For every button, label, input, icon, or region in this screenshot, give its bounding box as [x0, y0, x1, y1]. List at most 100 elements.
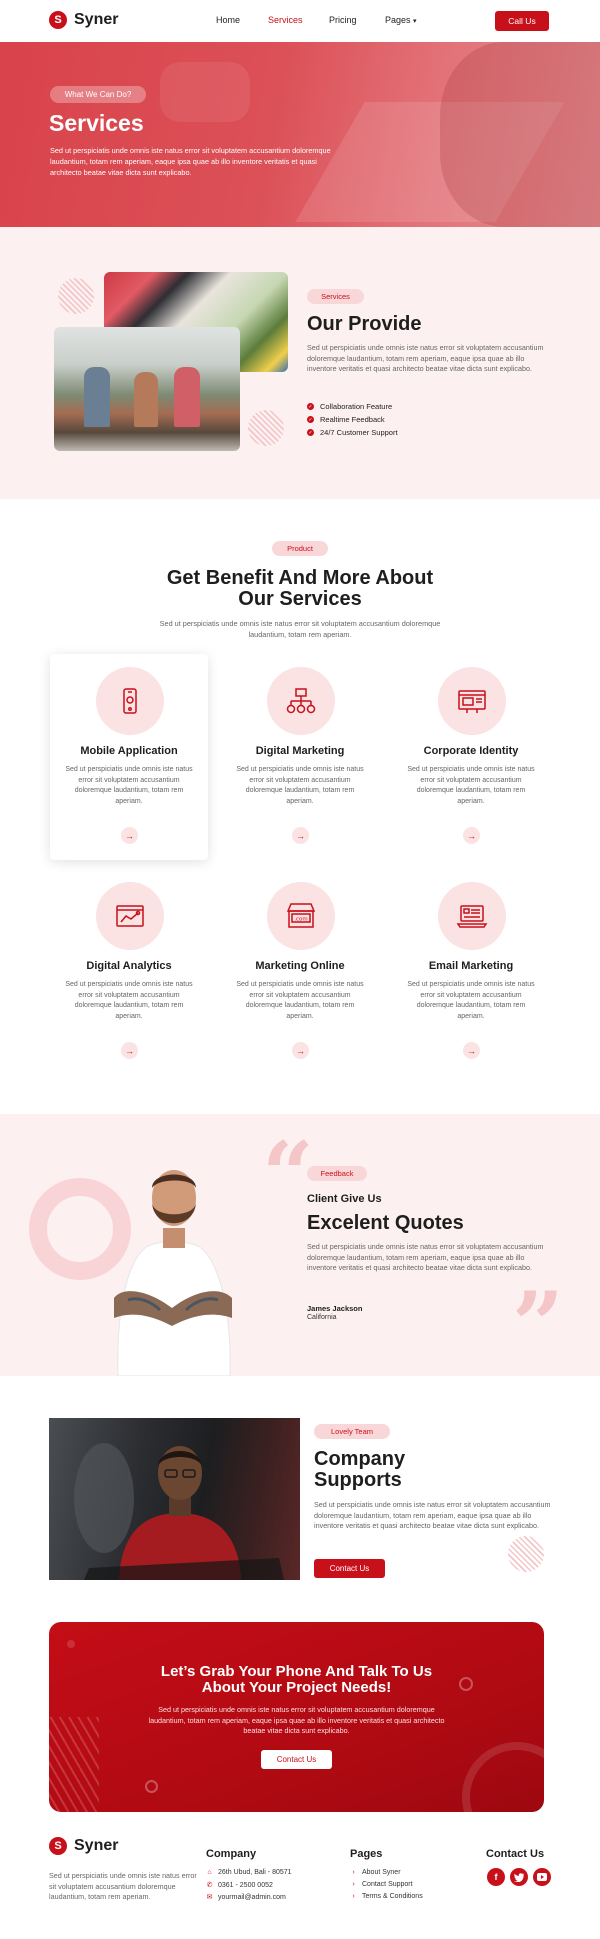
feature-item: ✓ 24/7 Customer Support [307, 428, 398, 437]
footer-email-text: yourmail@admin.com [218, 1893, 286, 1901]
services-title-line1: Get Benefit And More About [166, 567, 434, 589]
hero-decoration [440, 42, 600, 227]
arrow-right-icon[interactable]: → [121, 827, 138, 844]
service-card-title: Email Marketing [428, 960, 514, 972]
store-icon: .com [267, 882, 335, 950]
arrow-right-icon[interactable]: → [292, 1042, 309, 1059]
sitemap-icon [267, 667, 335, 735]
feature-item: ✓ Collaboration Feature [307, 402, 392, 411]
service-card-text: Sed ut perspiciatis unde omnis iste natu… [236, 766, 364, 805]
team-title-line2: Supports [314, 1469, 402, 1491]
quote-open-icon: “ [262, 1122, 314, 1228]
service-card-text: Sed ut perspiciatis unde omnis iste natu… [65, 981, 193, 1020]
twitter-icon[interactable] [510, 1868, 528, 1886]
hero-decoration [160, 62, 250, 122]
footer-link-label: Contact Support [362, 1881, 413, 1888]
circle-decoration [145, 1780, 158, 1793]
footer-heading-company: Company [206, 1848, 257, 1860]
cta-description: Sed ut perspiciatis unde omnis iste natu… [148, 1705, 445, 1735]
facebook-icon[interactable]: f [487, 1868, 505, 1886]
service-card-title: Digital Marketing [255, 745, 345, 757]
service-card-title: Digital Analytics [86, 960, 172, 972]
services-title-line2: Our Services [238, 588, 362, 610]
section-pill: Feedback [307, 1166, 367, 1181]
service-card[interactable]: Mobile Application Sed ut perspiciatis u… [50, 654, 208, 860]
footer-phone[interactable]: ✆ 0361 - 2500 0052 [206, 1881, 273, 1890]
footer-link[interactable]: › Contact Support [350, 1881, 413, 1888]
service-card[interactable]: Corporate Identity Sed ut perspiciatis u… [392, 654, 550, 860]
cta-title-line2: About Your Project Needs! [201, 1679, 392, 1696]
nav-item-pages[interactable]: Pages ▾ [385, 15, 417, 25]
nav-item-pricing[interactable]: Pricing [329, 15, 357, 25]
footer-about: Sed ut perspiciatis unde omnis iste natu… [49, 1871, 197, 1901]
team-title-line1: Company [314, 1448, 406, 1470]
feature-label: Collaboration Feature [320, 402, 393, 411]
section-description: Sed ut perspiciatis unde omnis iste natu… [307, 343, 544, 373]
arrow-right-icon[interactable]: → [463, 827, 480, 844]
service-card[interactable]: Digital Marketing Sed ut perspiciatis un… [221, 654, 379, 860]
footer-email[interactable]: ✉ yourmail@admin.com [206, 1893, 286, 1902]
chevron-down-icon: ▾ [413, 18, 417, 25]
hero-description: Sed ut perspiciatis unde omnis iste natu… [50, 146, 331, 177]
service-card[interactable]: Digital Analytics Sed ut perspiciatis un… [50, 869, 208, 1075]
service-card[interactable]: .com Marketing Online Sed ut perspiciati… [221, 869, 379, 1075]
arrow-right-icon[interactable]: → [121, 1042, 138, 1059]
chevron-right-icon: › [352, 1893, 355, 1900]
dots-decoration [248, 410, 284, 446]
location-icon: ⌂ [207, 1869, 212, 1876]
page-title: Services [49, 110, 144, 136]
phone-icon: ✆ [206, 1882, 213, 1889]
check-icon: ✓ [307, 403, 314, 410]
footer-address: ⌂ 26th Ubud, Bali - 80571 [206, 1869, 291, 1876]
brand-logo[interactable]: S Syner [49, 11, 118, 29]
nav-item-services[interactable]: Services [268, 15, 303, 25]
section-pill: Product [272, 541, 328, 556]
person-shape [84, 367, 110, 427]
arrow-right-icon[interactable]: → [292, 827, 309, 844]
svg-text:.com: .com [294, 917, 308, 923]
section-pill: Services [307, 289, 364, 304]
check-icon: ✓ [307, 429, 314, 436]
service-card-title: Marketing Online [255, 960, 345, 972]
services-subtitle: Sed ut perspiciatis unde omnis iste natu… [159, 619, 441, 639]
quote-close-icon: ” [512, 1272, 564, 1378]
service-card[interactable]: Email Marketing Sed ut perspiciatis unde… [392, 869, 550, 1075]
client-photo [114, 1170, 232, 1376]
stripes-decoration [49, 1717, 99, 1812]
team-meeting-image [54, 327, 240, 451]
feature-item: ✓ Realtime Feedback [307, 415, 385, 424]
footer-link-label: Terms & Conditions [362, 1893, 423, 1900]
brand-name: Syner [74, 11, 119, 28]
hero-pill: What We Can Do? [50, 86, 146, 103]
service-card-title: Mobile Application [80, 745, 178, 757]
feature-label: 24/7 Customer Support [320, 428, 398, 437]
cta-contact-button[interactable]: Contact Us [261, 1750, 332, 1769]
service-card-text: Sed ut perspiciatis unde omnis iste natu… [407, 981, 535, 1020]
footer-heading-pages: Pages [350, 1848, 383, 1860]
footer-link[interactable]: › About Syner [350, 1869, 400, 1876]
feedback-subtitle: Client Give Us [307, 1193, 382, 1205]
team-member-photo [49, 1418, 300, 1580]
team-description: Sed ut perspiciatis unde omnis iste natu… [314, 1500, 551, 1530]
nav-item-home[interactable]: Home [216, 15, 240, 25]
footer-brand-logo[interactable]: S Syner [49, 1837, 118, 1855]
section-title: Our Provide [307, 313, 422, 335]
person-shape [134, 372, 158, 427]
dots-decoration [508, 1536, 544, 1572]
feature-label: Realtime Feedback [320, 415, 385, 424]
service-card-text: Sed ut perspiciatis unde omnis iste natu… [407, 766, 535, 805]
nav-item-pages-label: Pages [385, 15, 411, 25]
contact-us-button[interactable]: Contact Us [314, 1559, 385, 1578]
call-us-button[interactable]: Call Us [495, 11, 549, 31]
dots-decoration [58, 278, 94, 314]
chevron-right-icon: › [352, 1869, 355, 1876]
service-card-title: Corporate Identity [423, 745, 519, 757]
arrow-right-icon[interactable]: → [463, 1042, 480, 1059]
footer-link[interactable]: › Terms & Conditions [350, 1893, 423, 1900]
laptop-icon [438, 882, 506, 950]
check-icon: ✓ [307, 416, 314, 423]
service-card-text: Sed ut perspiciatis unde omnis iste natu… [236, 981, 364, 1020]
youtube-icon[interactable] [533, 1868, 551, 1886]
feedback-title: Excelent Quotes [307, 1212, 464, 1234]
footer-heading-contact: Contact Us [486, 1848, 545, 1860]
